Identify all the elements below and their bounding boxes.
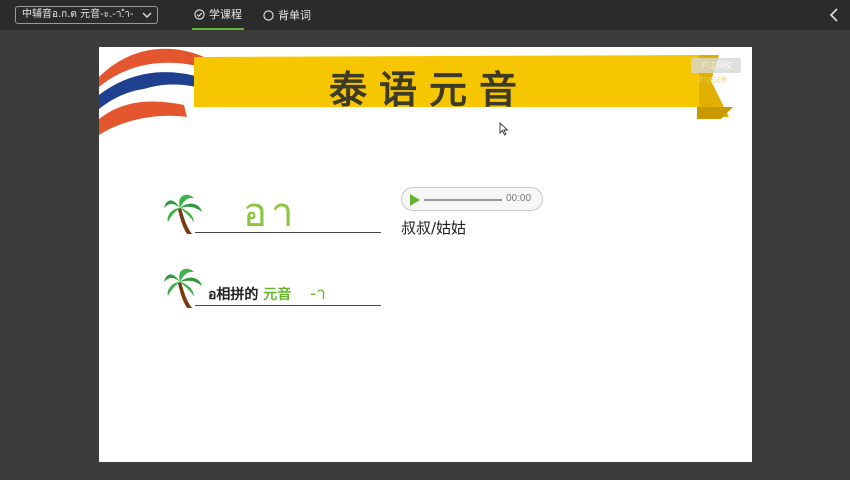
audio-time: 00:00 (506, 193, 532, 204)
course-dropdown-label: 中辅音อ.ก.ต 元音-ะ.-า.ำ- (22, 9, 134, 20)
audio-progress-bar[interactable] (424, 199, 502, 201)
chevron-left-icon[interactable] (828, 7, 840, 23)
tab-learn-course-label: 学课程 (209, 8, 242, 21)
vowel-rule: อ相拼的 元音 -า (208, 280, 326, 307)
check-circle-icon (194, 8, 205, 20)
top-bar: 中辅音อ.ก.ต 元音-ะ.-า.ำ- 学课程 背单词 (0, 0, 850, 30)
slide-title: 泰语元音 (328, 68, 529, 112)
audio-player[interactable]: 00:00 (401, 187, 543, 211)
palm-tree-icon (164, 194, 202, 234)
thai-word: อา (243, 190, 298, 236)
palm-tree-icon (164, 268, 202, 308)
watermark-logo: 沪江网校 (691, 58, 741, 73)
rule-vowel: -า (310, 284, 326, 304)
chevron-down-icon (142, 12, 152, 18)
tab-learn-course[interactable]: 学课程 (192, 0, 244, 30)
radio-circle-icon (263, 9, 274, 21)
play-icon[interactable] (410, 194, 420, 206)
rule-prefix: อ相拼的 (208, 287, 259, 303)
mouse-cursor-icon (499, 122, 509, 136)
course-dropdown[interactable]: 中辅音อ.ก.ต 元音-ะ.-า.ำ- (15, 6, 158, 24)
watermark-subtitle: 学习无边界 (697, 77, 728, 84)
tab-memorize-words[interactable]: 背单词 (263, 0, 311, 30)
lesson-slide: 泰语元音 沪江网校 学习无边界 อา 00:00 叔叔/姑姑 อ相拼的 元音 -… (99, 47, 752, 462)
word-meaning: 叔叔/姑姑 (401, 219, 467, 237)
rule-highlight: 元音 (263, 287, 292, 303)
tab-memorize-words-label: 背单词 (278, 9, 311, 22)
